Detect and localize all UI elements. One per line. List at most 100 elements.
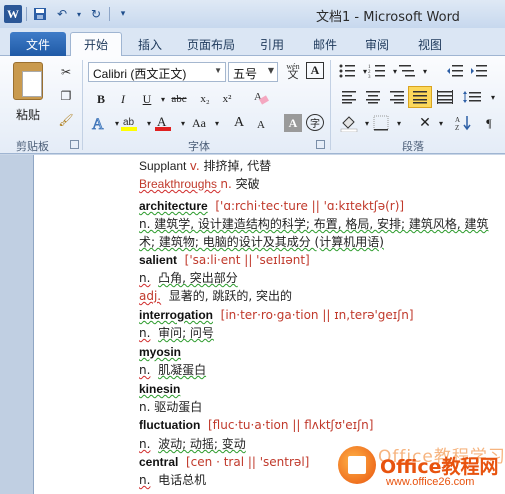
tab-references[interactable]: 引用: [252, 32, 292, 56]
line-pos: n.: [139, 326, 151, 340]
doc-line: central [cen · tral || 'sentrəl]: [139, 453, 309, 471]
svg-text:Z: Z: [455, 124, 459, 132]
save-icon[interactable]: [31, 5, 49, 23]
undo-icon[interactable]: ↶: [53, 5, 71, 23]
align-center-icon[interactable]: [364, 88, 382, 106]
entry-word: fluctuation: [139, 418, 201, 432]
watermark-main-text: Office教程网: [380, 456, 499, 478]
doc-line: n. 建筑学, 设计建造结构的科学; 布置, 格局, 安排; 建筑风格, 建筑: [139, 215, 488, 233]
justify-icon[interactable]: [408, 86, 432, 108]
font-launcher-icon[interactable]: [316, 140, 325, 149]
highlight-icon[interactable]: ab: [120, 114, 138, 132]
undo-dropdown-icon[interactable]: ▾: [75, 5, 83, 23]
entry-word: interrogation: [139, 308, 213, 322]
font-size-select[interactable]: 五号 ▼: [228, 62, 278, 82]
font-color-icon[interactable]: A: [154, 114, 172, 132]
line-word: Supplant: [139, 159, 190, 173]
chevron-down-icon[interactable]: ▾: [432, 114, 450, 132]
format-painter-icon[interactable]: 🖌: [58, 112, 74, 128]
tab-review[interactable]: 审阅: [357, 32, 397, 56]
cut-icon[interactable]: ✂: [58, 64, 74, 80]
watermark-url: www.office26.com: [386, 476, 475, 488]
line-pos: n.: [139, 363, 151, 377]
doc-line: salient ['sa:li·ent || 'seɪlɪənt]: [139, 251, 310, 269]
chevron-down-icon[interactable]: ▾: [390, 114, 408, 132]
left-margin-bar: [0, 155, 34, 494]
watermark: Office教程学习网 Office教程网 www.office26.com: [338, 442, 505, 488]
doc-line: architecture ['ɑ:rchi·tec·ture || 'ɑ:kɪt…: [139, 197, 404, 215]
text-effects-icon[interactable]: A: [90, 114, 108, 132]
group-separator: [330, 60, 331, 150]
doc-line: n. 电话总机: [139, 471, 206, 489]
strikethrough-button[interactable]: abc: [170, 90, 188, 108]
italic-button[interactable]: I: [114, 90, 132, 108]
font-group-label: 字体: [188, 140, 210, 153]
superscript-button[interactable]: x²: [218, 90, 236, 108]
show-marks-icon[interactable]: ¶: [480, 114, 498, 132]
shrink-font-button[interactable]: A: [252, 116, 270, 134]
paste-button[interactable]: 粘贴: [8, 60, 48, 136]
paste-label: 粘贴: [15, 108, 40, 122]
title-bar: W ↶ ▾ ↻ ▾ 文档1 - Microsoft Word: [0, 0, 505, 28]
font-name-value: Calibri (西文正文): [93, 67, 187, 81]
line-pos: n.: [139, 271, 151, 285]
increase-indent-icon[interactable]: [470, 62, 488, 80]
redo-icon[interactable]: ↻: [87, 5, 105, 23]
chevron-down-icon[interactable]: ▾: [416, 62, 434, 80]
grow-font-button[interactable]: A: [230, 114, 248, 132]
doc-line: n. 审问; 问号: [139, 324, 214, 342]
svg-text:ab: ab: [123, 117, 135, 128]
font-name-select[interactable]: Calibri (西文正文) ▼: [88, 62, 226, 82]
borders-icon[interactable]: [372, 114, 390, 132]
doc-line: n. 波动; 动摇; 变动: [139, 435, 246, 453]
decrease-indent-icon[interactable]: [446, 62, 464, 80]
chevron-down-icon[interactable]: ▾: [484, 88, 502, 106]
chevron-down-icon[interactable]: ▾: [208, 114, 226, 132]
line-meaning: 排挤掉, 代替: [199, 159, 272, 173]
tab-insert[interactable]: 插入: [130, 32, 170, 56]
copy-icon[interactable]: ❐: [58, 88, 74, 104]
char-border-button[interactable]: A: [306, 62, 324, 79]
change-case-button[interactable]: Aa: [190, 114, 208, 132]
doc-line: n. 凸角, 突出部分: [139, 269, 238, 287]
doc-line: Breakthroughs n. 突破: [139, 175, 260, 193]
shading-icon[interactable]: [340, 114, 358, 132]
multilevel-list-icon[interactable]: [398, 62, 416, 80]
line-meaning: 肌凝蛋白: [158, 363, 207, 377]
tab-home[interactable]: 开始: [70, 32, 122, 56]
entry-word: kinesin: [139, 382, 181, 396]
chevron-down-icon: ▼: [214, 66, 222, 75]
distributed-icon[interactable]: [436, 88, 454, 106]
qat-separator: [26, 7, 27, 21]
line-meaning: 审问; 问号: [158, 326, 214, 340]
clipboard-launcher-icon[interactable]: [70, 140, 79, 149]
line-pos: n.: [139, 473, 151, 487]
svg-text:3: 3: [368, 75, 371, 79]
bullets-icon[interactable]: [338, 62, 356, 80]
char-shading-button[interactable]: A: [284, 114, 302, 132]
line-meaning: 波动; 动摇; 变动: [158, 437, 246, 451]
line-meaning: 电话总机: [158, 473, 207, 487]
sort-icon[interactable]: AZ: [454, 114, 474, 132]
tab-view[interactable]: 视图: [410, 32, 450, 56]
customize-qat-icon[interactable]: ▾: [114, 5, 132, 23]
tab-file[interactable]: 文件: [10, 32, 66, 56]
subscript-button[interactable]: x₂: [196, 90, 214, 108]
doc-line: n. 驱动蛋白: [139, 398, 202, 416]
align-right-icon[interactable]: [388, 88, 406, 106]
doc-line: Supplant v. 排挤掉, 代替: [139, 157, 271, 175]
tab-page-layout[interactable]: 页面布局: [180, 32, 242, 56]
clipboard-group-label: 剪贴板: [16, 140, 49, 153]
office-logo-icon: [338, 446, 376, 484]
enclose-char-button[interactable]: 字: [306, 114, 324, 131]
align-left-icon[interactable]: [340, 88, 358, 106]
tab-mailings[interactable]: 邮件: [305, 32, 345, 56]
line-spacing-icon[interactable]: [462, 88, 482, 106]
numbering-icon[interactable]: 123: [368, 62, 386, 80]
line-pos: n.: [220, 177, 232, 191]
word-app-icon[interactable]: W: [4, 5, 22, 23]
svg-text:A: A: [455, 116, 460, 124]
bold-button[interactable]: B: [92, 90, 110, 108]
clear-formatting-icon[interactable]: A: [252, 88, 270, 106]
phonetic-guide-button[interactable]: wén 文: [284, 62, 302, 81]
